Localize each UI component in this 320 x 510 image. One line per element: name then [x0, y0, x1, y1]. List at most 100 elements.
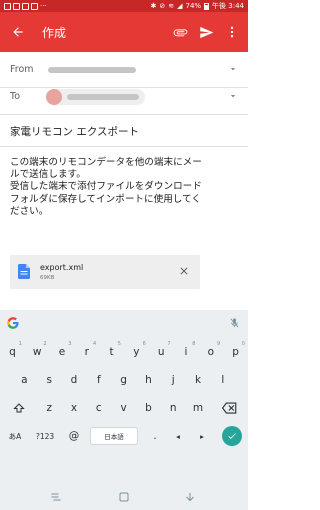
chevron-down-icon[interactable]	[228, 91, 238, 101]
numbers-key[interactable]: ?123	[30, 424, 60, 448]
key-u[interactable]: u7	[149, 340, 174, 364]
back-nav-button[interactable]	[182, 489, 198, 505]
key-row-2: a s d f g h j k l	[0, 368, 248, 394]
key-row-4: あA ?123 @ 日本語 . ◂ ▸	[0, 424, 248, 450]
key-w[interactable]: w2	[25, 340, 50, 364]
soft-keyboard: q1 w2 e3 r4 t5 y6 u7 i8 o9 p0 a s d f g …	[0, 310, 248, 484]
key-i[interactable]: i8	[174, 340, 199, 364]
back-button[interactable]	[4, 12, 32, 52]
to-row[interactable]: To	[0, 79, 248, 115]
backspace-icon	[221, 402, 236, 414]
attachment-name: export.xml	[40, 263, 84, 272]
recent-apps-icon	[51, 493, 61, 501]
subject-field[interactable]: 家電リモコン エクスポート	[10, 124, 139, 139]
status-bar: ··· ✱ ⊘ ≋ ◢ 74% 午後 3:44	[0, 0, 248, 12]
overflow-menu-button[interactable]	[220, 12, 244, 52]
key-m[interactable]: m	[186, 396, 211, 420]
key-j[interactable]: j	[161, 368, 186, 392]
photo-icon	[31, 2, 38, 10]
more-notifications: ···	[40, 2, 47, 10]
attachment-size: 69KB	[40, 275, 55, 281]
key-x[interactable]: x	[62, 396, 87, 420]
bluetooth-icon: ✱	[150, 2, 157, 10]
key-a[interactable]: a	[12, 368, 37, 392]
arrow-left-icon	[13, 27, 23, 37]
key-q[interactable]: q1	[0, 340, 25, 364]
key-s[interactable]: s	[37, 368, 62, 392]
mic-off-icon[interactable]	[229, 317, 240, 329]
clock: 午後 3:44	[212, 2, 244, 10]
to-label: To	[10, 91, 21, 102]
cursor-right-key[interactable]: ▸	[192, 424, 212, 448]
keyboard-toolbar	[0, 310, 248, 338]
shift-icon	[13, 403, 25, 413]
google-icon[interactable]	[6, 316, 20, 330]
mute-icon: ⊘	[159, 2, 166, 10]
body-line: ルで送信します。	[10, 169, 86, 181]
shift-key[interactable]	[4, 396, 34, 420]
body-line: ださい。	[10, 205, 49, 217]
key-g[interactable]: g	[111, 368, 136, 392]
enter-key[interactable]	[218, 424, 246, 448]
body-line: フォルダに保存してインポートに使用してく	[10, 193, 202, 205]
close-icon[interactable]	[178, 265, 190, 277]
paperclip-icon	[173, 28, 187, 36]
key-row-1: q1 w2 e3 r4 t5 y6 u7 i8 o9 p0	[0, 340, 248, 366]
key-r[interactable]: r4	[74, 340, 99, 364]
mail-icon	[4, 2, 11, 10]
avatar	[46, 88, 62, 105]
key-t[interactable]: t5	[99, 340, 124, 364]
key-n[interactable]: n	[161, 396, 186, 420]
battery-percent: 74%	[185, 2, 202, 10]
chevron-down-icon[interactable]	[228, 64, 238, 74]
send-button[interactable]	[194, 12, 218, 52]
recent-apps-button[interactable]	[48, 489, 64, 505]
send-icon	[199, 26, 213, 38]
gmail-icon	[13, 2, 20, 10]
signal-icon: ◢	[177, 2, 183, 10]
system-icons: ✱ ⊘ ≋ ◢ 74% 午後 3:44	[150, 1, 244, 11]
language-key[interactable]: あA	[2, 424, 28, 448]
attach-button[interactable]	[168, 12, 192, 52]
wifi-icon: ≋	[168, 2, 175, 10]
key-h[interactable]: h	[136, 368, 161, 392]
check-icon	[222, 426, 242, 446]
message-body[interactable]: この端末のリモコンデータを他の端末にメー ルで送信します。 受信した端末で添付フ…	[10, 157, 242, 218]
key-o[interactable]: o9	[198, 340, 223, 364]
chat-icon	[22, 2, 29, 10]
navigation-bar	[0, 484, 248, 510]
battery-icon	[204, 2, 210, 10]
page-title: 作成	[42, 25, 67, 40]
divider	[0, 146, 248, 147]
key-at[interactable]: @	[62, 424, 86, 448]
from-address-redacted	[48, 66, 136, 73]
key-d[interactable]: d	[62, 368, 87, 392]
attachment-card[interactable]: export.xml 69KB	[10, 255, 200, 289]
space-key[interactable]: 日本語	[90, 427, 138, 445]
key-e[interactable]: e3	[50, 340, 75, 364]
key-c[interactable]: c	[86, 396, 111, 420]
key-period[interactable]: .	[144, 424, 166, 448]
key-z[interactable]: z	[37, 396, 62, 420]
app-bar: 作成	[0, 12, 248, 52]
document-icon	[18, 264, 30, 279]
recipient-name-redacted	[67, 93, 139, 100]
key-p[interactable]: p0	[223, 340, 248, 364]
body-line: 受信した端末で添付ファイルをダウンロード	[10, 181, 202, 193]
home-button[interactable]	[116, 489, 132, 505]
from-label: From	[10, 64, 34, 75]
body-line: この端末のリモコンデータを他の端末にメー	[10, 157, 202, 168]
key-v[interactable]: v	[111, 396, 136, 420]
notification-icons: ···	[4, 2, 47, 10]
chevron-down-icon	[186, 493, 194, 502]
backspace-key[interactable]	[214, 396, 244, 420]
cursor-left-key[interactable]: ◂	[168, 424, 188, 448]
home-icon	[119, 492, 129, 502]
recipient-chip[interactable]	[46, 88, 145, 105]
key-l[interactable]: l	[210, 368, 235, 392]
key-k[interactable]: k	[186, 368, 211, 392]
more-vert-icon	[230, 26, 234, 38]
key-b[interactable]: b	[136, 396, 161, 420]
key-y[interactable]: y6	[124, 340, 149, 364]
key-f[interactable]: f	[86, 368, 111, 392]
